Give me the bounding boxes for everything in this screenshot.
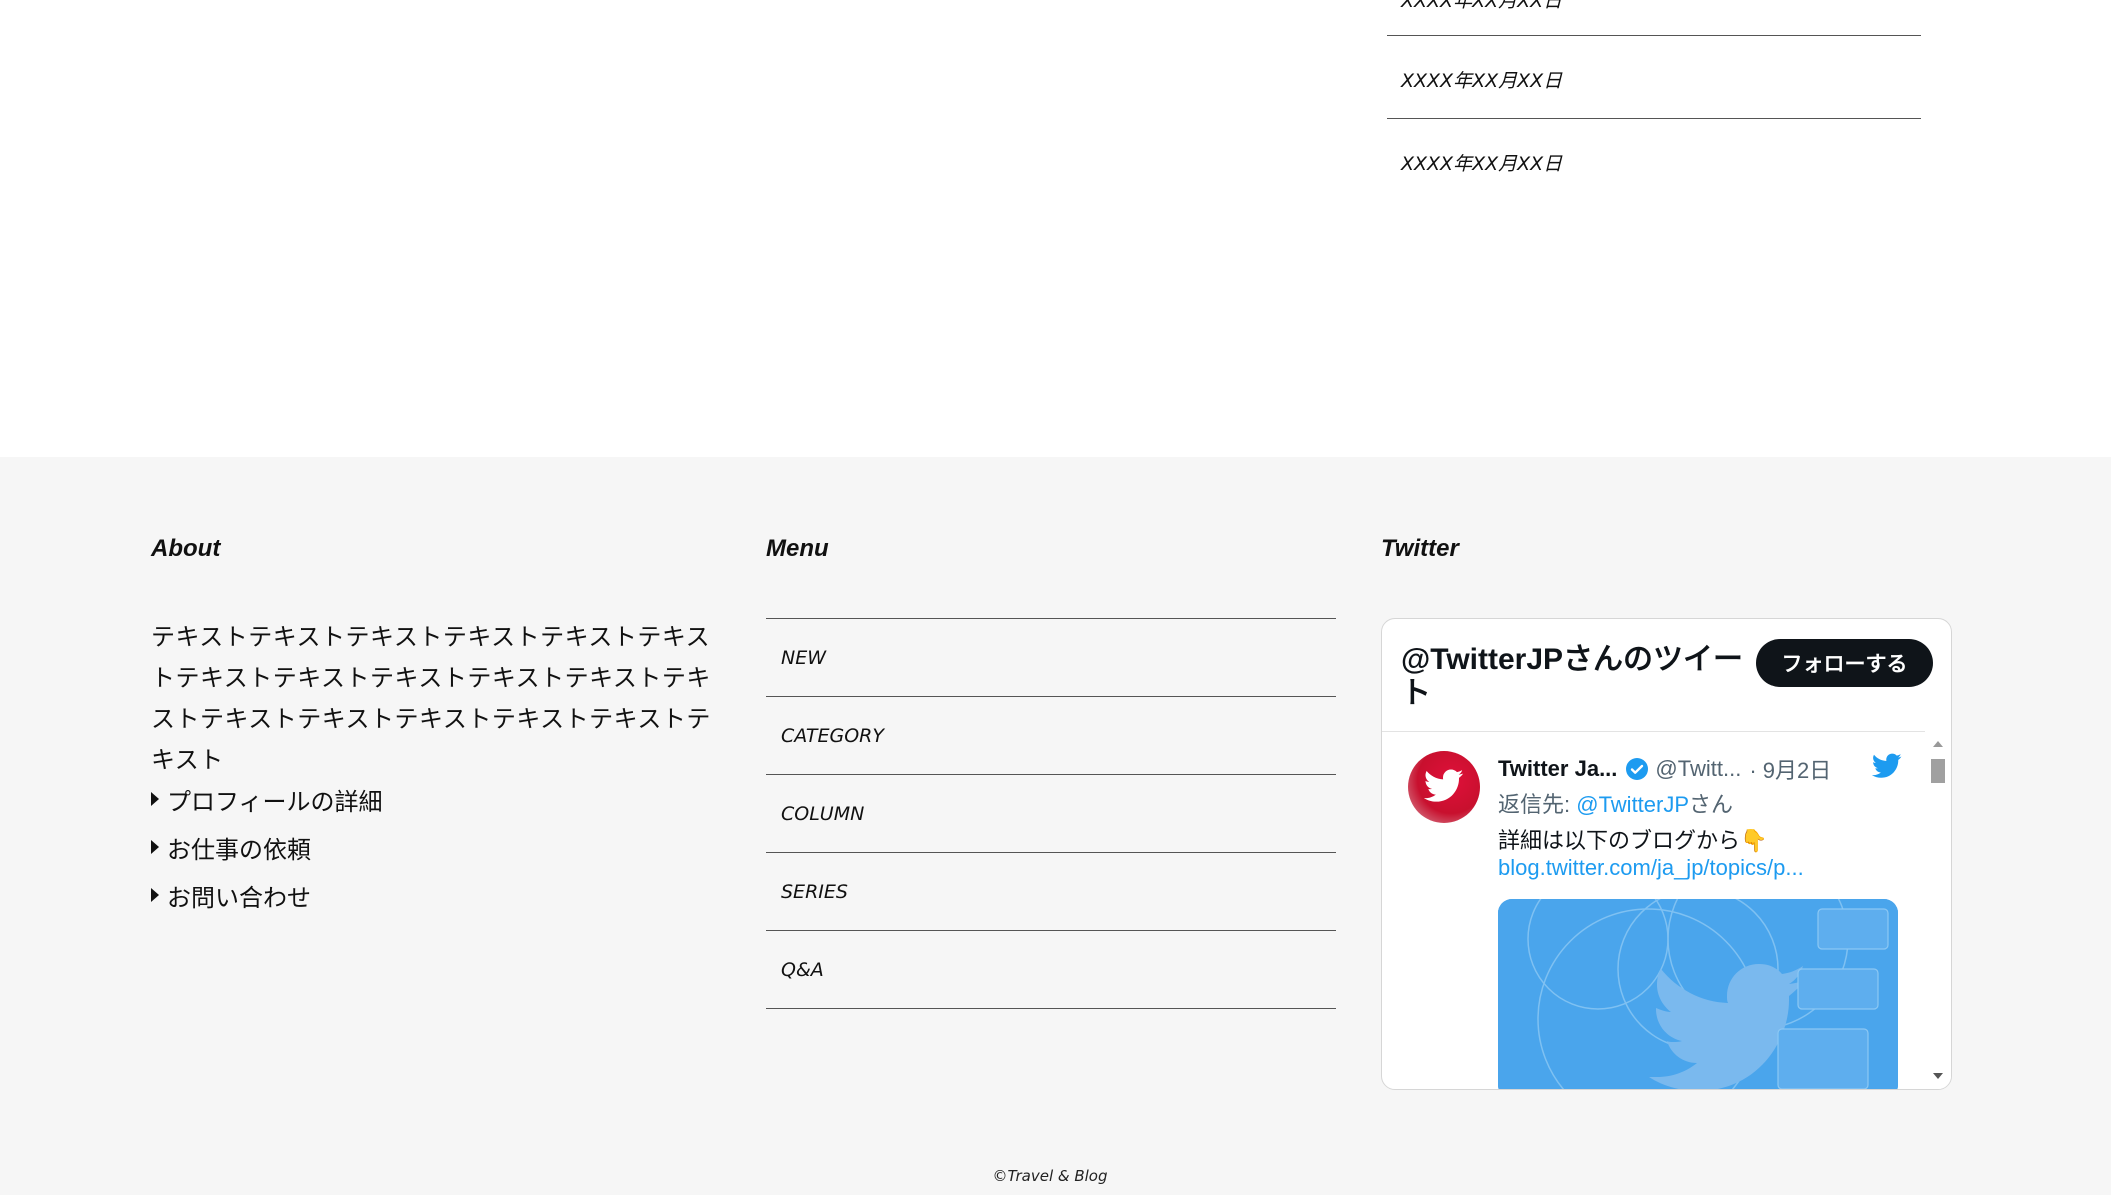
twitter-widget-title[interactable]: @TwitterJPさんのツイート [1401, 643, 1761, 711]
work-request-link[interactable]: お仕事の依頼 [151, 823, 383, 871]
about-title: About [151, 535, 221, 562]
about-text: テキストテキストテキストテキストテキストテキストテキストテキストテキストテキスト… [151, 623, 711, 774]
caret-right-icon [151, 840, 159, 854]
tweet[interactable]: Twitter Ja... @Twitt... · 9月2日 返信先: @Twi… [1382, 731, 1922, 1089]
copyright: ©Travel & Blog [992, 1167, 1108, 1185]
date-text: XXXX年XX月XX日 [1401, 0, 1563, 12]
menu-item-category[interactable]: CATEGORY [766, 697, 1336, 775]
reply-suffix: さん [1689, 792, 1734, 817]
footer-menu: NEW CATEGORY COLUMN SERIES Q&A [766, 618, 1336, 1009]
tweet-author-handle[interactable]: @Twitt... [1655, 756, 1741, 782]
reply-to-link[interactable]: @TwitterJP [1576, 792, 1689, 817]
tweet-image[interactable] [1498, 899, 1898, 1089]
twitter-bird-icon [1424, 769, 1464, 802]
tweet-link[interactable]: blog.twitter.com/ja_jp/topics/p... [1498, 855, 1804, 881]
contact-link-label: お問い合わせ [167, 883, 311, 912]
tweet-author-row: Twitter Ja... @Twitt... · 9月2日 [1498, 753, 1831, 785]
menu-title: Menu [766, 535, 829, 562]
scrollbar-thumb[interactable] [1931, 759, 1945, 783]
about-links: プロフィールの詳細 お仕事の依頼 お問い合わせ [151, 775, 383, 919]
tweet-date[interactable]: · 9月2日 [1749, 753, 1831, 785]
scroll-up-arrow-icon[interactable] [1933, 741, 1943, 747]
twitter-widget-header: @TwitterJPさんのツイート フォローする [1382, 619, 1951, 732]
verified-badge-icon [1626, 758, 1649, 780]
date-row[interactable]: XXXX年XX月XX日 [1387, 119, 1921, 202]
tweet-text: 詳細は以下のブログから👇 [1498, 828, 1768, 853]
caret-right-icon [151, 888, 159, 902]
tweet-reply-line: 返信先: @TwitterJPさん [1498, 787, 1733, 819]
menu-item-new[interactable]: NEW [766, 619, 1336, 697]
twitter-logo-icon[interactable] [1872, 753, 1902, 779]
date-row[interactable]: XXXX年XX月XX日 [1387, 36, 1921, 119]
reply-prefix: 返信先: [1498, 792, 1577, 817]
date-text: XXXX年XX月XX日 [1401, 70, 1563, 92]
menu-item-qa[interactable]: Q&A [766, 931, 1336, 1009]
avatar[interactable] [1408, 751, 1480, 823]
date-text: XXXX年XX月XX日 [1401, 153, 1563, 175]
menu-item-series[interactable]: SERIES [766, 853, 1336, 931]
tweet-author-name[interactable]: Twitter Ja... [1498, 756, 1617, 782]
menu-item-column[interactable]: COLUMN [766, 775, 1336, 853]
date-row[interactable]: XXXX年XX月XX日 [1387, 0, 1921, 36]
twitter-title: Twitter [1381, 535, 1459, 562]
follow-button[interactable]: フォローする [1756, 639, 1933, 687]
profile-link-label: プロフィールの詳細 [167, 787, 383, 816]
top-date-list: XXXX年XX月XX日 XXXX年XX月XX日 XXXX年XX月XX日 [1387, 0, 1921, 202]
site-footer: About テキストテキストテキストテキストテキストテキストテキストテキストテキ… [0, 457, 2111, 1195]
caret-right-icon [151, 792, 159, 806]
widget-scrollbar[interactable] [1925, 731, 1951, 1089]
work-request-link-label: お仕事の依頼 [167, 835, 311, 864]
tweet-image-graphic [1498, 899, 1898, 1089]
contact-link[interactable]: お問い合わせ [151, 871, 383, 919]
scroll-down-arrow-icon[interactable] [1933, 1073, 1943, 1079]
twitter-timeline-widget[interactable]: @TwitterJPさんのツイート フォローする Twitter Ja... @… [1381, 618, 1952, 1090]
profile-link[interactable]: プロフィールの詳細 [151, 775, 383, 823]
